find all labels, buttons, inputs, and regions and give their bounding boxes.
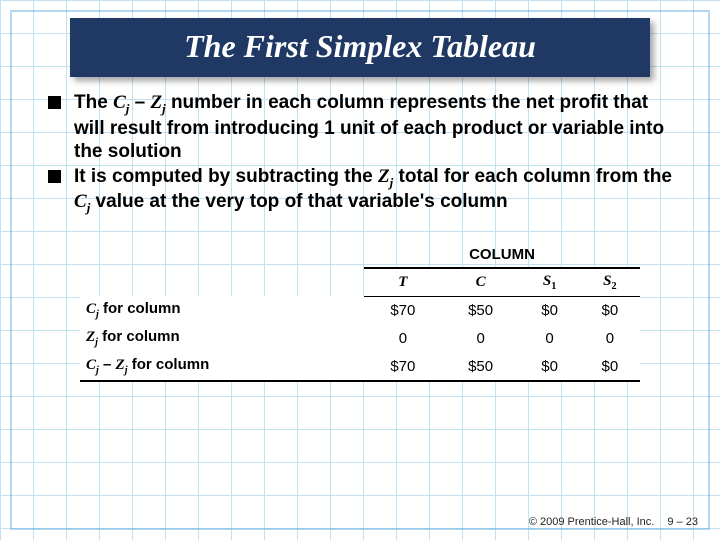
cell: $0	[519, 296, 579, 324]
row-label-cj-zj: Cj – Zj for column	[80, 352, 364, 381]
text: –	[129, 92, 150, 113]
table-row: Cj for column $70 $50 $0 $0	[80, 296, 640, 324]
bullet-list: The Cj – Zj number in each column repres…	[48, 91, 682, 216]
cell: $0	[519, 352, 579, 381]
cell: $70	[364, 296, 442, 324]
var-cj: C	[113, 92, 126, 113]
text: for column	[98, 328, 180, 345]
cell: $0	[580, 296, 640, 324]
row-label-zj: Zj for column	[80, 324, 364, 352]
cell: 0	[442, 324, 520, 352]
text: It is computed by subtracting the	[74, 166, 378, 187]
cell: $70	[364, 352, 442, 381]
cell: $0	[580, 352, 640, 381]
table-row: Zj for column 0 0 0 0	[80, 324, 640, 352]
row-label-cj: Cj for column	[80, 296, 364, 324]
var-zj: Z	[378, 166, 390, 187]
copyright-text: © 2009 Prentice-Hall, Inc.	[529, 516, 655, 528]
var: Z	[116, 357, 125, 373]
slide-title: The First Simplex Tableau	[86, 28, 634, 65]
cell: 0	[580, 324, 640, 352]
page-number: 9 – 23	[667, 516, 698, 528]
text: The	[74, 92, 113, 113]
table-row: Cj – Zj for column $70 $50 $0 $0	[80, 352, 640, 381]
var-zj: Z	[150, 92, 162, 113]
cell: 0	[364, 324, 442, 352]
var-cj: C	[74, 191, 87, 212]
blank-cell	[80, 242, 364, 268]
cell: $50	[442, 352, 520, 381]
var: C	[86, 357, 96, 373]
col-header-c: C	[442, 268, 520, 297]
cell: 0	[519, 324, 579, 352]
slide-content: The First Simplex Tableau The Cj – Zj nu…	[0, 0, 720, 540]
text: –	[99, 356, 116, 373]
col-header-s1: S1	[519, 268, 579, 297]
text: value at the very top of that variable's…	[90, 191, 507, 212]
col-header-t: T	[364, 268, 442, 297]
bullet-1: The Cj – Zj number in each column repres…	[48, 91, 682, 163]
slide-footer: © 2009 Prentice-Hall, Inc. 9 – 23	[529, 516, 698, 528]
simplex-table: COLUMN T C S1 S2 Cj for column $70 $50 $…	[80, 242, 640, 383]
cell: $50	[442, 296, 520, 324]
var: C	[86, 301, 96, 317]
text: S	[543, 273, 551, 289]
var: Z	[86, 329, 95, 345]
bullet-2: It is computed by subtracting the Zj tot…	[48, 165, 682, 216]
sub: 2	[611, 281, 616, 292]
column-overhead: COLUMN	[364, 242, 640, 268]
text: total for each column from the	[393, 166, 672, 187]
sub: 1	[551, 281, 556, 292]
text: for column	[128, 356, 210, 373]
title-box: The First Simplex Tableau	[70, 18, 650, 77]
blank-cell	[80, 268, 364, 297]
col-header-s2: S2	[580, 268, 640, 297]
text: for column	[99, 300, 181, 317]
